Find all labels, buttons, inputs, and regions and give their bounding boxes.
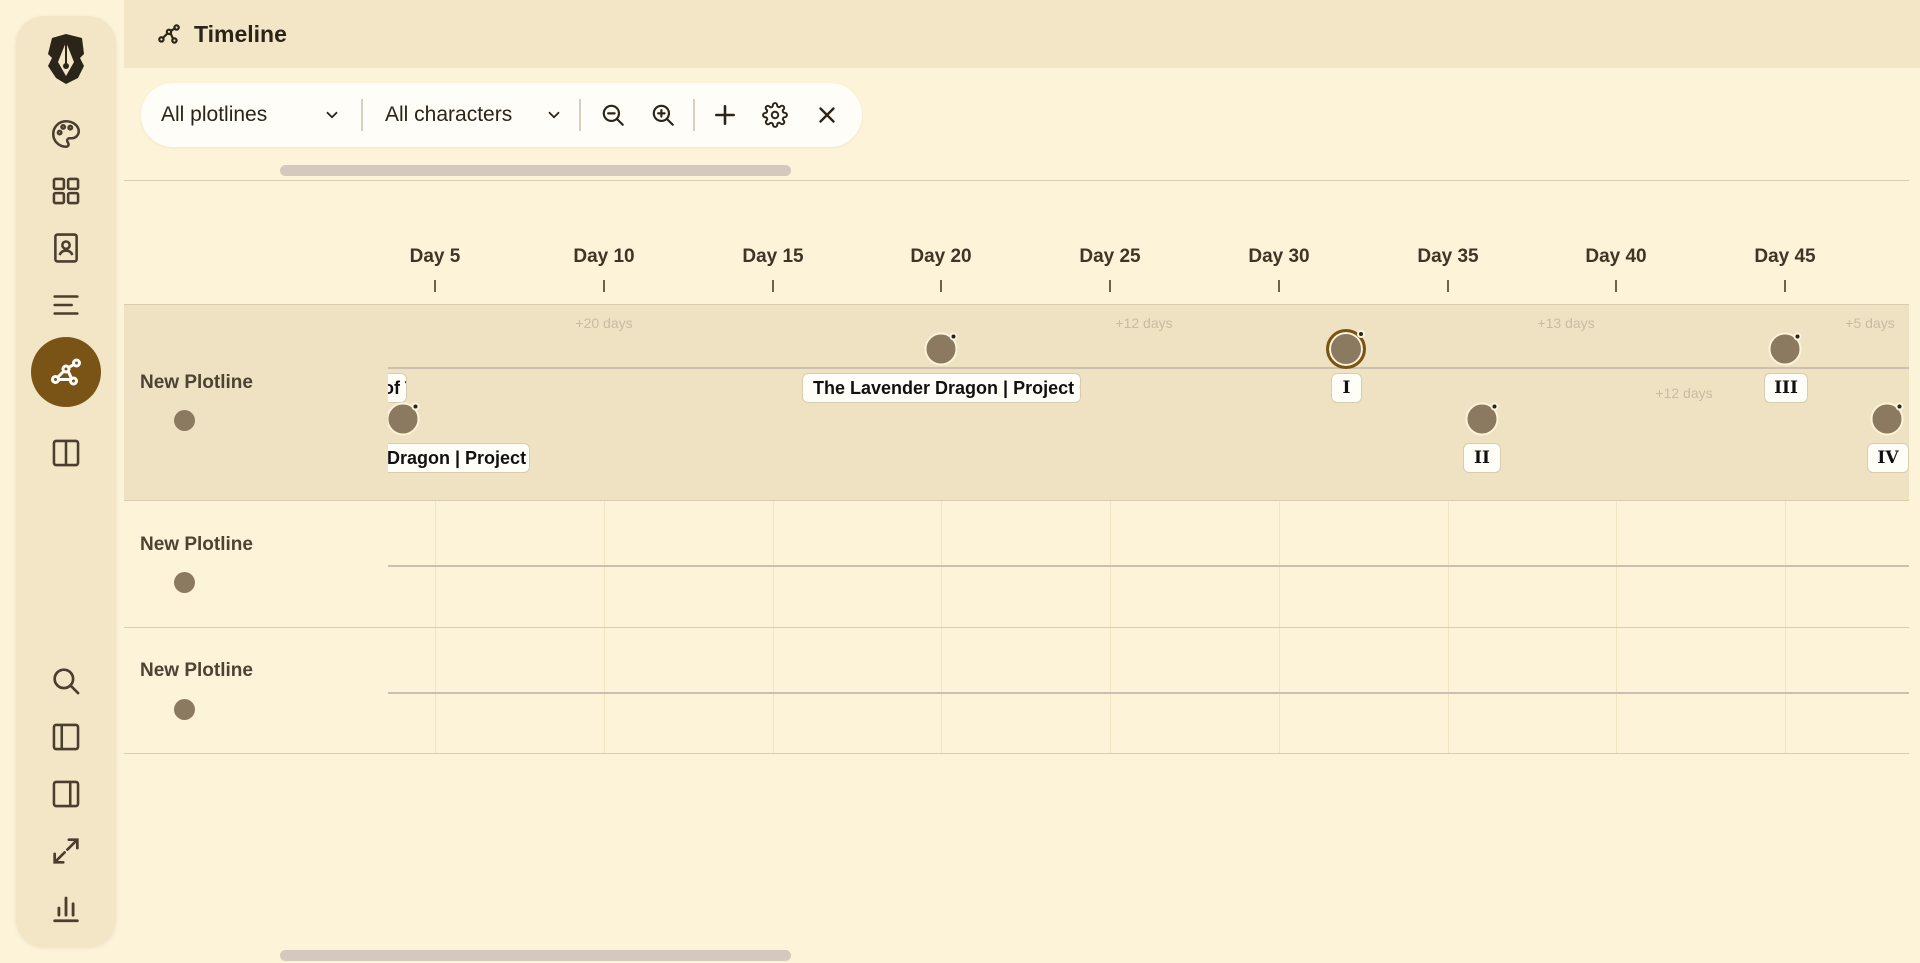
plotline-name[interactable]: New Plotline (140, 660, 253, 682)
expand-icon[interactable] (43, 828, 89, 874)
plotline-color-dot[interactable] (174, 410, 195, 431)
pin-dot (411, 402, 420, 411)
page-title: Timeline (194, 20, 287, 47)
palette-icon[interactable] (43, 111, 89, 157)
event-node-selected[interactable] (1326, 329, 1366, 369)
left-rail (16, 16, 116, 947)
plotlines-select[interactable]: All plotlines (161, 95, 341, 135)
plotlines-select-value: All plotlines (161, 103, 268, 126)
event-title: of T (388, 377, 406, 398)
bottom-horizontal-scrollbar[interactable] (280, 950, 791, 961)
pin-dot (949, 332, 958, 341)
plotline-name[interactable]: New Plotline (140, 372, 253, 394)
event-title: I (1342, 378, 1351, 398)
gap-label: +20 days (575, 315, 633, 331)
app-root: Timeline All plotlines All characters Da… (0, 0, 1920, 963)
gap-label: +12 days (1115, 315, 1173, 331)
pin-dot (1357, 330, 1365, 338)
timeline-canvas: +20 days +12 days +13 days +5 days +12 d… (388, 0, 1909, 963)
event-title: Dragon | Project Gu (388, 447, 529, 468)
event-node[interactable] (924, 332, 958, 366)
event-title: IV (1877, 448, 1899, 468)
timeline-icon[interactable] (31, 337, 101, 407)
right-panel-icon[interactable] (43, 771, 89, 817)
event-card[interactable]: II (1463, 443, 1501, 473)
plotline-name[interactable]: New Plotline (140, 534, 253, 556)
event-card[interactable]: The Lavender Dragon | Project Gu (802, 373, 1081, 403)
gap-label: +12 days (1655, 385, 1713, 401)
gap-label: +5 days (1845, 315, 1895, 331)
timeline-icon (156, 21, 182, 47)
event-node[interactable] (1465, 402, 1499, 436)
pin-dot (1793, 332, 1802, 341)
event-card[interactable]: of T (388, 373, 407, 403)
event-node[interactable] (388, 402, 420, 436)
logo-icon[interactable] (43, 34, 89, 84)
left-panel-icon[interactable] (43, 714, 89, 760)
pin-dot (1490, 402, 1499, 411)
event-node[interactable] (1768, 332, 1802, 366)
stats-icon[interactable] (43, 885, 89, 931)
gap-label: +13 days (1537, 315, 1595, 331)
pin-dot (1895, 402, 1904, 411)
plotline-color-dot[interactable] (174, 572, 195, 593)
event-card[interactable]: I (1331, 373, 1362, 403)
event-card[interactable]: III (1764, 373, 1808, 403)
search-icon[interactable] (43, 658, 89, 704)
toolbar-divider (361, 99, 363, 131)
chevron-down-icon (326, 111, 338, 119)
text-lines-icon[interactable] (43, 282, 89, 328)
event-title: III (1774, 378, 1798, 398)
contacts-book-icon[interactable] (43, 225, 89, 271)
split-view-icon[interactable] (43, 430, 89, 476)
event-title: II (1474, 448, 1490, 468)
event-card[interactable]: IV (1867, 443, 1909, 473)
event-node[interactable] (1870, 402, 1904, 436)
event-card[interactable]: Dragon | Project Gu (388, 443, 530, 473)
event-title: The Lavender Dragon | Project Gu (813, 377, 1081, 398)
grid-icon[interactable] (43, 168, 89, 214)
plotline-color-dot[interactable] (174, 699, 195, 720)
